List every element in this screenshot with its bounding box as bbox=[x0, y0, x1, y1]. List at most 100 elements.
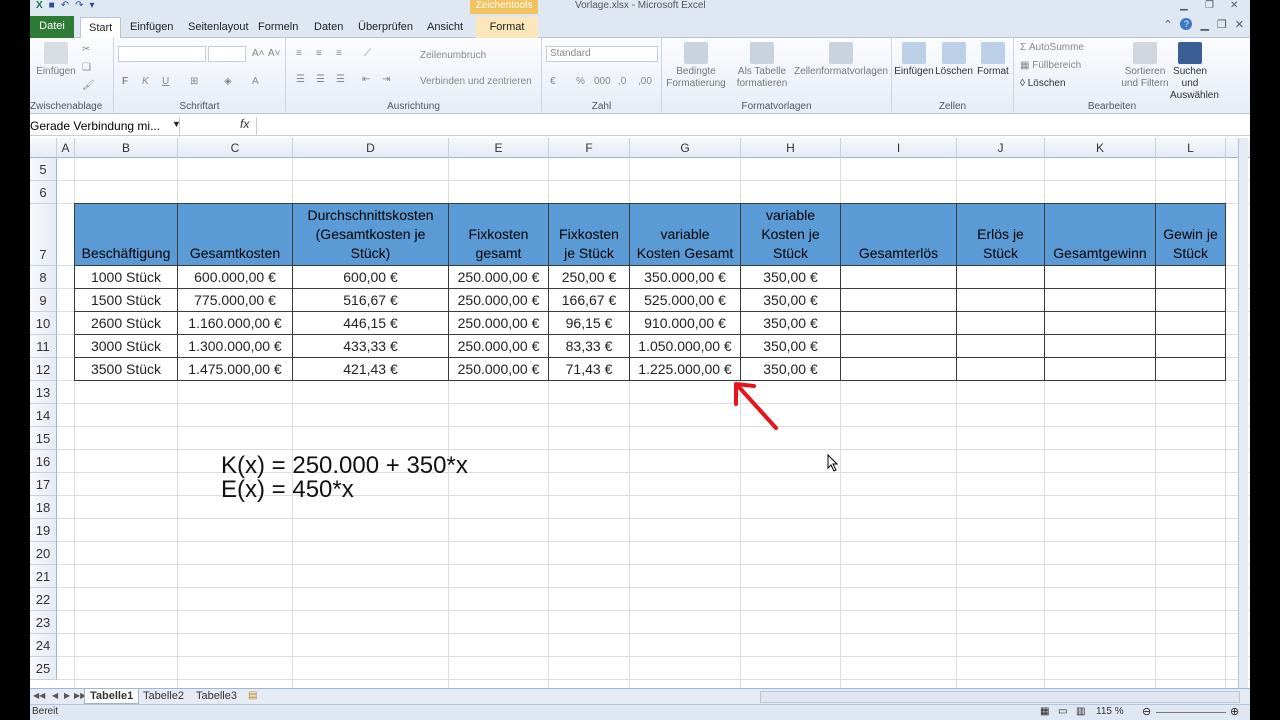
table-header-cell[interactable]: Gesamtgewinn bbox=[1044, 203, 1156, 266]
table-cell[interactable]: 1.300.000,00 € bbox=[177, 334, 293, 358]
name-box[interactable]: Gerade Verbindung mi... bbox=[30, 117, 180, 135]
table-cell[interactable] bbox=[956, 288, 1045, 312]
table-cell[interactable] bbox=[1044, 357, 1156, 381]
delete-cells-button[interactable]: Löschen bbox=[934, 42, 974, 78]
row-header[interactable]: 5 bbox=[30, 158, 57, 181]
table-cell[interactable]: 250,00 € bbox=[548, 265, 630, 289]
table-cell[interactable]: 3500 Stück bbox=[74, 357, 178, 381]
page-break-view-icon[interactable]: ▥ bbox=[1076, 706, 1085, 717]
align-bottom-icon[interactable]: ≡ bbox=[336, 48, 342, 59]
row-header[interactable]: 12 bbox=[30, 358, 57, 381]
number-format-dropdown[interactable]: Standard bbox=[546, 46, 658, 62]
table-header-cell[interactable]: variable Kosten je Stück bbox=[740, 203, 841, 266]
maximize-icon[interactable]: ❐ bbox=[1205, 0, 1214, 11]
row-header[interactable]: 7 bbox=[30, 204, 57, 266]
merge-center-button[interactable]: Verbinden und zentrieren bbox=[420, 76, 532, 87]
row-header[interactable]: 18 bbox=[30, 496, 57, 519]
sheet-tab-3[interactable]: Tabelle3 bbox=[191, 689, 242, 704]
table-header-cell[interactable]: Fixkosten je Stück bbox=[548, 203, 630, 266]
row-header[interactable]: 11 bbox=[30, 335, 57, 358]
table-header-cell[interactable]: variable Kosten Gesamt bbox=[629, 203, 741, 266]
table-cell[interactable] bbox=[1155, 265, 1226, 289]
column-header[interactable]: B bbox=[75, 138, 178, 158]
undo-icon[interactable]: ↶ bbox=[61, 0, 69, 11]
insert-cells-button[interactable]: Einfügen bbox=[894, 42, 934, 78]
table-cell[interactable]: 350,00 € bbox=[740, 311, 841, 335]
zoom-level[interactable]: 115 % bbox=[1096, 706, 1124, 717]
table-cell[interactable]: 250.000,00 € bbox=[448, 311, 549, 335]
copy-icon[interactable]: ❏ bbox=[82, 62, 91, 73]
table-cell[interactable]: 600,00 € bbox=[292, 265, 449, 289]
table-header-cell[interactable]: Beschäftigung bbox=[74, 203, 178, 266]
table-header-cell[interactable]: Gesamterlös bbox=[840, 203, 957, 266]
table-cell[interactable] bbox=[1044, 311, 1156, 335]
format-painter-icon[interactable]: 🖌 bbox=[82, 80, 95, 91]
customize-qat-icon[interactable]: ▾ bbox=[90, 0, 95, 11]
align-top-icon[interactable]: ≡ bbox=[296, 48, 302, 59]
insert-function-icon[interactable]: fx bbox=[240, 117, 249, 131]
table-header-cell[interactable]: Gewin je Stück bbox=[1155, 203, 1226, 266]
table-cell[interactable] bbox=[1155, 311, 1226, 335]
redo-icon[interactable]: ↷ bbox=[75, 0, 83, 11]
table-header-cell[interactable]: Fixkosten gesamt bbox=[448, 203, 549, 266]
table-cell[interactable]: 250.000,00 € bbox=[448, 265, 549, 289]
table-cell[interactable] bbox=[840, 265, 957, 289]
column-header[interactable]: I bbox=[841, 138, 957, 158]
currency-icon[interactable]: € bbox=[550, 76, 556, 87]
column-header[interactable]: H bbox=[741, 138, 841, 158]
table-cell[interactable]: 71,43 € bbox=[548, 357, 630, 381]
orientation-icon[interactable]: ⟋ bbox=[364, 48, 371, 59]
save-icon[interactable]: ■ bbox=[49, 0, 55, 11]
close-icon[interactable]: ✕ bbox=[1230, 0, 1238, 11]
prev-sheet-icon[interactable]: ◀ bbox=[52, 691, 58, 700]
decimal-increase-icon[interactable]: ,0 bbox=[618, 76, 626, 87]
row-header[interactable]: 20 bbox=[30, 542, 57, 565]
cell-styles-button[interactable]: Zellenformatvorlagen bbox=[794, 42, 888, 78]
column-header[interactable]: C bbox=[178, 138, 293, 158]
formula-input[interactable] bbox=[256, 117, 1250, 135]
sheet-tab-1[interactable]: Tabelle1 bbox=[84, 689, 140, 704]
table-cell[interactable] bbox=[1155, 357, 1226, 381]
tab-formulas[interactable]: Formeln bbox=[250, 17, 306, 38]
select-all-corner[interactable] bbox=[30, 138, 57, 158]
tab-page-layout[interactable]: Seitenlayout bbox=[180, 17, 257, 38]
workbook-minimize-icon[interactable]: ▁ bbox=[1200, 18, 1208, 31]
shrink-font-icon[interactable]: A˅ bbox=[268, 48, 281, 59]
tab-review[interactable]: Überprüfen bbox=[350, 17, 421, 38]
next-sheet-icon[interactable]: ▶ bbox=[64, 691, 70, 700]
name-box-dropdown-icon[interactable]: ▼ bbox=[172, 119, 181, 129]
align-center-icon[interactable]: ☰ bbox=[316, 74, 325, 85]
table-cell[interactable] bbox=[956, 311, 1045, 335]
row-header[interactable]: 23 bbox=[30, 611, 57, 634]
underline-button[interactable]: U bbox=[162, 76, 169, 87]
minimize-icon[interactable]: ▁ bbox=[1180, 0, 1188, 11]
table-cell[interactable]: 446,15 € bbox=[292, 311, 449, 335]
table-cell[interactable] bbox=[1155, 334, 1226, 358]
sort-filter-button[interactable]: Sortieren und Filtern bbox=[1120, 42, 1170, 90]
help-icon[interactable]: ? bbox=[1180, 18, 1193, 30]
column-header[interactable]: D bbox=[293, 138, 449, 158]
zoom-slider[interactable] bbox=[1156, 712, 1226, 713]
italic-button[interactable]: K bbox=[142, 76, 149, 87]
row-header[interactable]: 9 bbox=[30, 289, 57, 312]
table-cell[interactable]: 250.000,00 € bbox=[448, 334, 549, 358]
align-middle-icon[interactable]: ≡ bbox=[316, 48, 322, 59]
column-header[interactable]: E bbox=[449, 138, 549, 158]
table-cell[interactable] bbox=[1044, 334, 1156, 358]
table-cell[interactable]: 3000 Stück bbox=[74, 334, 178, 358]
table-cell[interactable]: 1.050.000,00 € bbox=[629, 334, 741, 358]
table-cell[interactable]: 421,43 € bbox=[292, 357, 449, 381]
tab-data[interactable]: Daten bbox=[306, 17, 351, 38]
row-header[interactable]: 14 bbox=[30, 404, 57, 427]
workbook-restore-icon[interactable]: ❐ bbox=[1217, 18, 1227, 31]
conditional-formatting-button[interactable]: Bedingte Formatierung bbox=[664, 42, 728, 90]
table-cell[interactable]: 83,33 € bbox=[548, 334, 630, 358]
format-as-table-button[interactable]: Als Tabelle formatieren bbox=[732, 42, 792, 90]
tab-insert[interactable]: Einfügen bbox=[122, 17, 181, 38]
table-cell[interactable]: 350,00 € bbox=[740, 334, 841, 358]
workbook-close-icon[interactable]: ✕ bbox=[1235, 18, 1244, 31]
autosum-button[interactable]: Σ AutoSumme bbox=[1020, 42, 1084, 53]
table-cell[interactable]: 433,33 € bbox=[292, 334, 449, 358]
format-cells-button[interactable]: Format bbox=[974, 42, 1012, 78]
minimize-ribbon-icon[interactable]: ⌃ bbox=[1163, 18, 1172, 31]
